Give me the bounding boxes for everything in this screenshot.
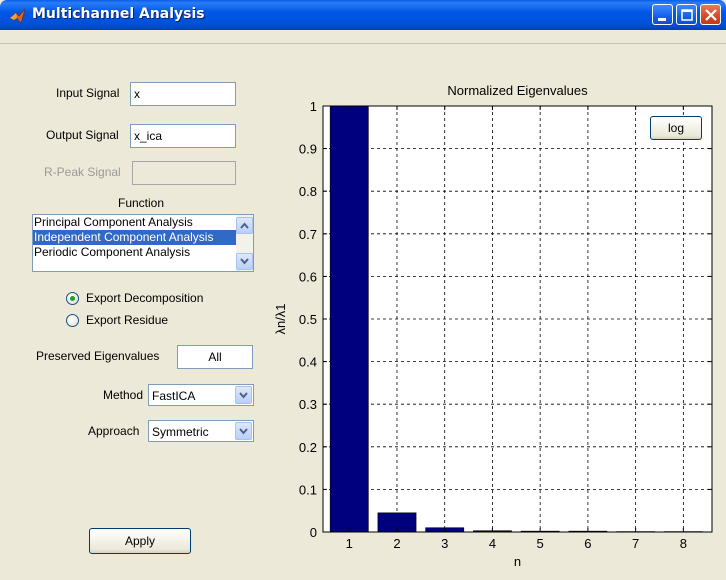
preserved-eigenvalues-label: Preserved Eigenvalues: [36, 349, 160, 363]
chart-title: Normalized Eigenvalues: [447, 83, 588, 98]
export-decomposition-radio[interactable]: [66, 292, 79, 305]
method-select[interactable]: FastICA: [148, 384, 254, 406]
y-tick-label: 0: [310, 525, 317, 540]
x-axis-label: n: [514, 554, 521, 569]
minimize-icon: [658, 18, 666, 21]
x-tick-label: 8: [680, 536, 687, 551]
apply-button[interactable]: Apply: [89, 528, 191, 554]
rpeak-signal-field: [132, 161, 236, 185]
matlab-logo-icon: [9, 8, 26, 24]
y-tick-label: 0.6: [299, 269, 317, 284]
close-icon: [705, 9, 717, 21]
output-signal-label: Output Signal: [46, 128, 119, 142]
minimize-button[interactable]: [652, 4, 673, 25]
maximize-button[interactable]: [676, 4, 697, 25]
y-tick-label: 1: [310, 99, 317, 114]
bar: [329, 105, 369, 533]
title-bar[interactable]: Multichannel Analysis: [0, 0, 726, 30]
y-tick-label: 0.2: [299, 440, 317, 455]
chevron-down-icon: [239, 392, 248, 399]
input-signal-field[interactable]: x: [130, 82, 236, 106]
list-item[interactable]: Periodic Component Analysis: [33, 245, 253, 260]
menu-bar: [0, 30, 726, 44]
list-item-selected[interactable]: Independent Component Analysis: [33, 230, 253, 245]
x-tick-label: 5: [537, 536, 544, 551]
x-tick-label: 1: [346, 536, 353, 551]
export-residue-label[interactable]: Export Residue: [86, 313, 168, 327]
log-button[interactable]: log: [650, 116, 702, 140]
method-dropdown-button[interactable]: [235, 386, 252, 404]
export-residue-radio[interactable]: [66, 314, 79, 327]
function-label: Function: [118, 196, 165, 210]
scroll-down-button[interactable]: [236, 253, 253, 270]
chevron-up-icon: [240, 222, 249, 229]
app-window: Multichannel Analysis Input Signal x Out…: [0, 0, 726, 580]
approach-label: Approach: [88, 424, 140, 438]
chevron-down-icon: [240, 258, 249, 265]
approach-select[interactable]: Symmetric: [148, 420, 254, 442]
x-tick-label: 6: [584, 536, 591, 551]
preserved-eigenvalues-field[interactable]: All: [177, 345, 253, 369]
close-button[interactable]: [700, 4, 721, 25]
list-item[interactable]: Principal Component Analysis: [33, 215, 253, 230]
chevron-down-icon: [239, 428, 248, 435]
x-tick-label: 3: [441, 536, 448, 551]
export-decomposition-label[interactable]: Export Decomposition: [86, 291, 203, 305]
y-tick-label: 0.4: [299, 355, 317, 370]
y-tick-label: 0.9: [299, 142, 317, 157]
maximize-icon: [681, 9, 693, 21]
y-axis-label: λn/λ1: [273, 303, 288, 334]
listbox-scrollbar[interactable]: [236, 215, 253, 271]
y-tick-label: 0.3: [299, 397, 317, 412]
window-title: Multichannel Analysis: [32, 6, 205, 22]
y-tick-label: 0.5: [299, 312, 317, 327]
x-tick-label: 4: [489, 536, 496, 551]
y-tick-label: 0.1: [299, 482, 317, 497]
chart-svg: 0 0.1 0.2 0.3 0.4 0.5 0.6 0.7 0.8 0.9 1 1 2 3 4 5 6 7 8 Nor…: [273, 83, 713, 569]
approach-selected-value: Symmetric: [152, 425, 209, 439]
x-tick-label: 7: [632, 536, 639, 551]
scroll-up-button[interactable]: [236, 217, 253, 234]
output-signal-field[interactable]: x_ica: [130, 124, 236, 148]
y-tick-label: 0.8: [299, 184, 317, 199]
function-listbox[interactable]: Principal Component Analysis Independent…: [32, 214, 254, 272]
radio-selected-dot: [70, 296, 75, 301]
y-tick-label: 0.7: [299, 227, 317, 242]
rpeak-signal-label: R-Peak Signal: [44, 165, 121, 179]
eigenvalue-chart: 0 0.1 0.2 0.3 0.4 0.5 0.6 0.7 0.8 0.9 1 1 2 3 4 5 6 7 8 Nor…: [258, 74, 726, 580]
method-selected-value: FastICA: [152, 389, 196, 403]
approach-dropdown-button[interactable]: [235, 422, 252, 440]
method-label: Method: [103, 388, 144, 402]
x-tick-label: 2: [393, 536, 400, 551]
input-signal-label: Input Signal: [56, 86, 120, 100]
